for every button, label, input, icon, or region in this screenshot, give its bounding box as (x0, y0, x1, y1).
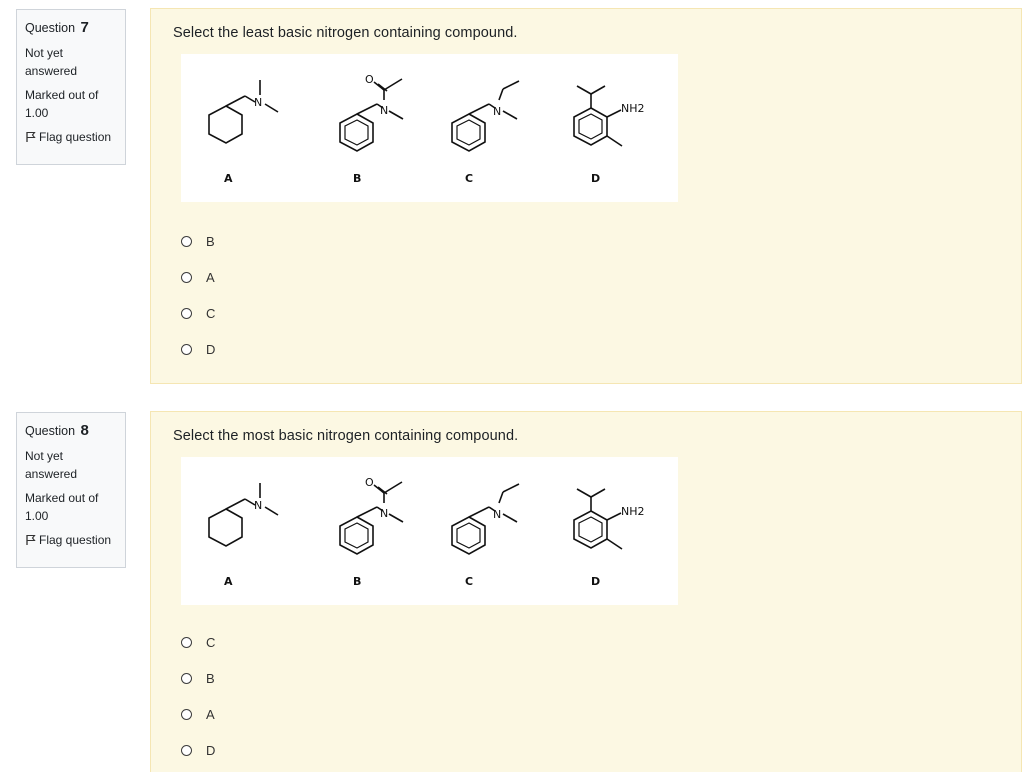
molecule-d: NH2 D (573, 85, 645, 185)
answer-option-1[interactable]: C (181, 624, 215, 660)
question-prompt: Select the least basic nitrogen containi… (173, 25, 518, 41)
o-atom-label: O (365, 476, 374, 489)
answer-option-2[interactable]: A (181, 259, 215, 295)
molecule-a: N A (208, 483, 279, 588)
radio-icon[interactable] (181, 343, 192, 355)
question-number-prefix: Question (25, 424, 76, 438)
question-content: Select the most basic nitrogen containin… (150, 411, 1022, 772)
question-state: Not yet answered (25, 46, 78, 78)
nh2-label: NH2 (621, 102, 645, 115)
n-atom-label: N (380, 507, 388, 520)
n-atom-label: N (254, 96, 262, 109)
molecule-b: O N B (339, 476, 404, 588)
structure-label-b: B (353, 575, 361, 588)
question-prompt: Select the most basic nitrogen containin… (173, 428, 519, 444)
answer-options: B A C D (181, 223, 215, 367)
radio-icon[interactable] (181, 271, 192, 283)
radio-icon[interactable] (181, 672, 192, 684)
n-atom-label: N (493, 105, 501, 118)
flag-icon (26, 534, 36, 545)
question-grade: Marked out of 1.00 (25, 491, 99, 523)
n-atom-label: N (254, 499, 262, 512)
flag-question-link[interactable]: Flag question (25, 531, 117, 550)
molecule-a: N A (208, 80, 279, 185)
question-info: Question 7 Not yet answered Marked out o… (16, 9, 126, 165)
structure-label-d: D (591, 575, 600, 588)
question-number-value: 8 (80, 422, 89, 439)
answer-options: C B A D (181, 624, 215, 768)
question-state: Not yet answered (25, 449, 78, 481)
question-number-prefix: Question (25, 21, 76, 35)
molecule-c: N C (451, 80, 520, 185)
answer-option-1[interactable]: B (181, 223, 215, 259)
question-number-value: 7 (80, 19, 89, 36)
flag-question-link[interactable]: Flag question (25, 128, 117, 147)
radio-icon[interactable] (181, 708, 192, 720)
answer-option-4[interactable]: D (181, 732, 215, 768)
question-number: Question 7 (25, 18, 117, 38)
question-content: Select the least basic nitrogen containi… (150, 8, 1022, 384)
answer-option-label: D (206, 341, 216, 357)
compound-structures-figure: N A O N B N C NH2 D (181, 457, 678, 605)
question-grade: Marked out of 1.00 (25, 88, 99, 120)
answer-option-2[interactable]: B (181, 660, 215, 696)
structure-label-c: C (465, 172, 473, 185)
structure-label-c: C (465, 575, 473, 588)
structure-label-d: D (591, 172, 600, 185)
radio-icon[interactable] (181, 636, 192, 648)
answer-option-4[interactable]: D (181, 331, 215, 367)
n-atom-label: N (493, 508, 501, 521)
structure-label-a: A (224, 575, 233, 588)
answer-option-label: C (206, 305, 216, 321)
question-info: Question 8 Not yet answered Marked out o… (16, 412, 126, 568)
answer-option-3[interactable]: A (181, 696, 215, 732)
answer-option-3[interactable]: C (181, 295, 215, 331)
flag-question-label: Flag question (39, 533, 112, 547)
flag-question-label: Flag question (39, 130, 112, 144)
o-atom-label: O (365, 73, 374, 86)
radio-icon[interactable] (181, 235, 192, 247)
answer-option-label: B (206, 233, 215, 249)
answer-option-label: D (206, 742, 216, 758)
question-number: Question 8 (25, 421, 117, 441)
structure-label-b: B (353, 172, 361, 185)
answer-option-label: B (206, 670, 215, 686)
radio-icon[interactable] (181, 744, 192, 756)
structure-label-a: A (224, 172, 233, 185)
answer-option-label: C (206, 634, 216, 650)
molecule-d: NH2 D (573, 488, 645, 588)
molecule-b: O N B (339, 73, 404, 185)
flag-icon (26, 131, 36, 142)
compound-structures-figure: N A O N B N C NH2 D (181, 54, 678, 202)
molecule-c: N C (451, 483, 520, 588)
answer-option-label: A (206, 269, 215, 285)
radio-icon[interactable] (181, 307, 192, 319)
answer-option-label: A (206, 706, 215, 722)
n-atom-label: N (380, 104, 388, 117)
nh2-label: NH2 (621, 505, 645, 518)
